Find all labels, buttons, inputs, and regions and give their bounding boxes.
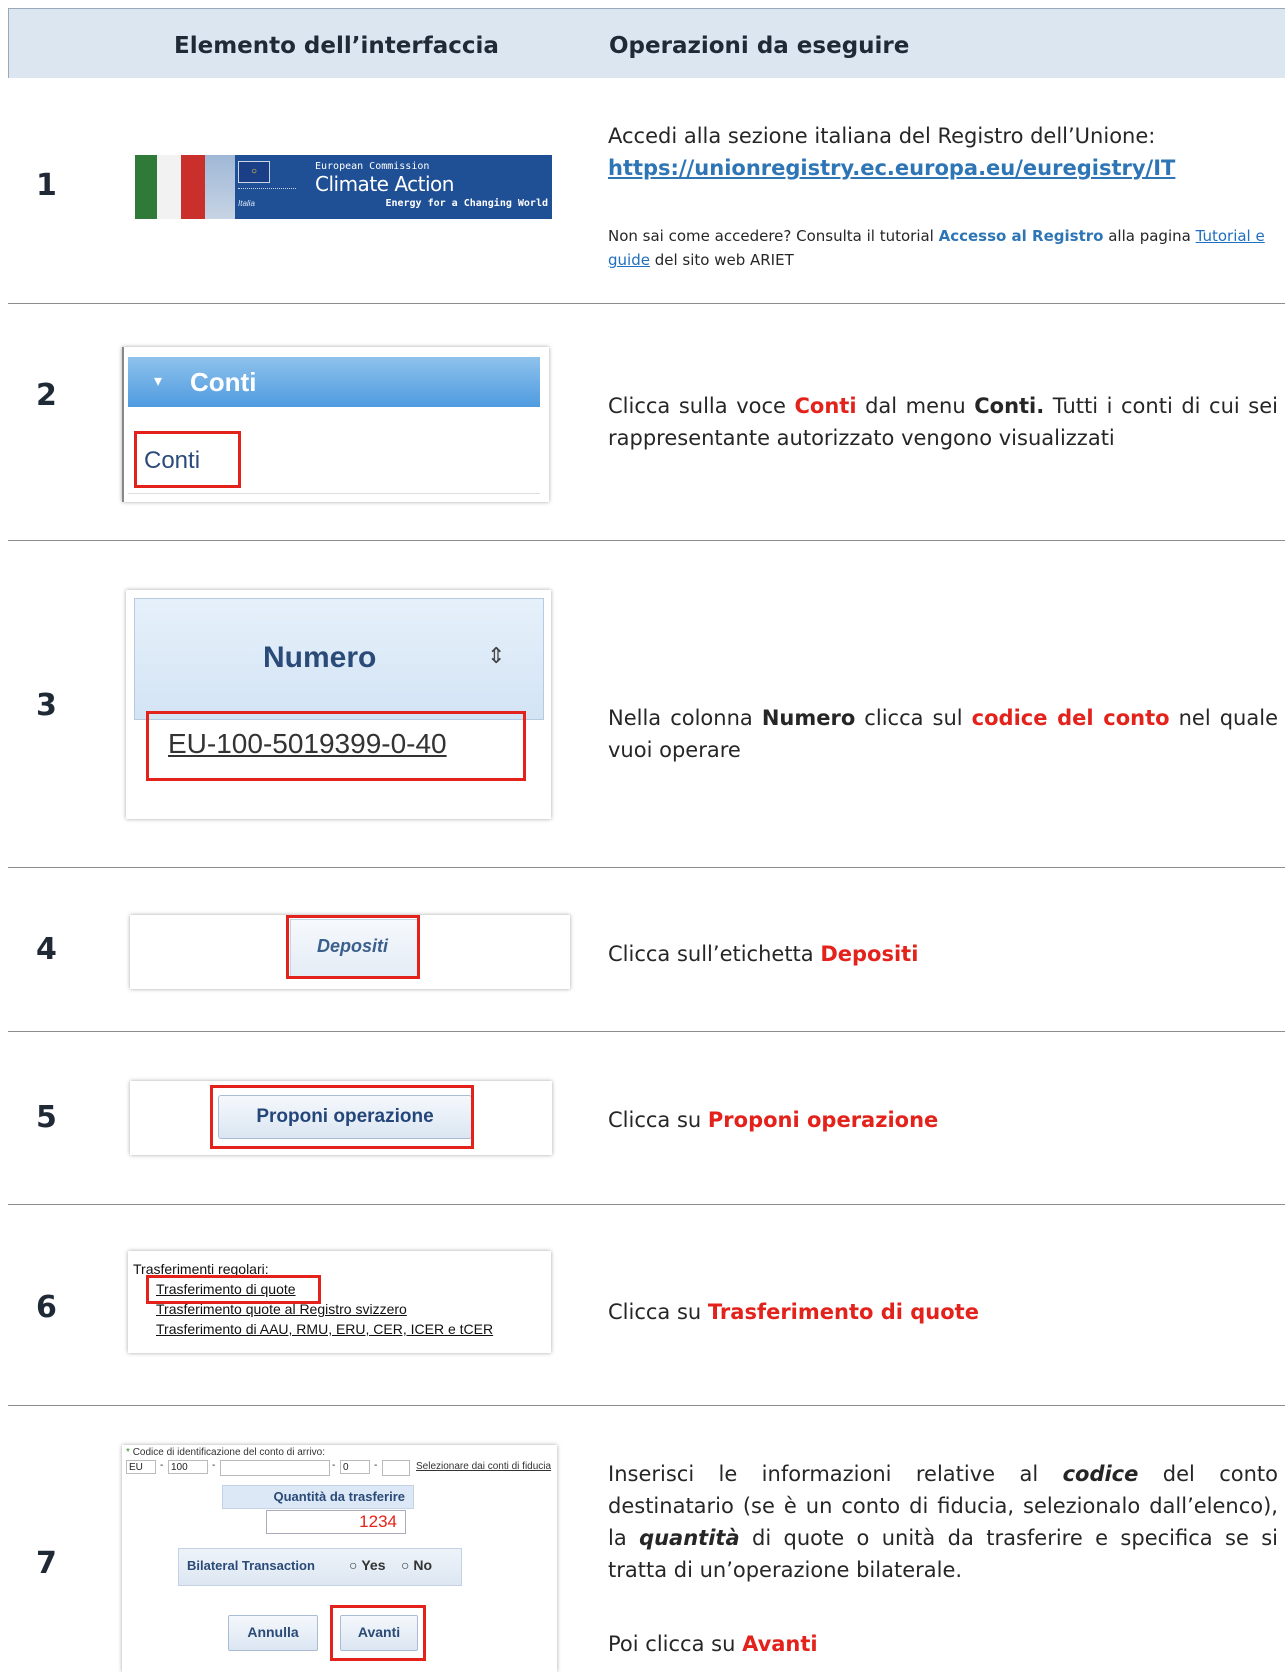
- tab-screenshot: Depositi: [130, 915, 570, 989]
- step-1-text: Accedi alla sezione italiana del Registr…: [608, 124, 1176, 180]
- highlight-box: [146, 1275, 321, 1304]
- highlight-box: [286, 915, 420, 979]
- row-divider: [8, 1405, 1285, 1406]
- step-number: 3: [36, 688, 57, 723]
- code-field-period[interactable]: 0: [340, 1460, 370, 1474]
- row-divider: [8, 867, 1285, 868]
- radio-no[interactable]: ○ No: [401, 1557, 432, 1573]
- account-column-screenshot: Numero ⇕ EU-100-5019399-0-40: [126, 590, 551, 819]
- banner-slogan: Energy for a Changing World: [385, 198, 548, 209]
- highlight-box: [330, 1605, 426, 1661]
- trust-accounts-link[interactable]: Selezionare dai conti di fiducia: [416, 1461, 551, 1472]
- row-divider: [8, 540, 1285, 541]
- step-1-note: Non sai come accedere? Consulta il tutor…: [608, 227, 1265, 269]
- menu-header-label: Conti: [190, 367, 257, 397]
- column-header-interface: Elemento dell’interfaccia: [174, 33, 499, 59]
- row-divider: [8, 1031, 1285, 1032]
- transfer-list-screenshot: Trasferimenti regolari: Trasferimento di…: [128, 1251, 551, 1353]
- row-divider: [8, 1204, 1285, 1205]
- step-number: 6: [36, 1290, 57, 1325]
- table-header: Elemento dell’interfaccia Operazioni da …: [8, 8, 1285, 78]
- code-label: * Codice di identificazione del conto di…: [126, 1447, 326, 1458]
- step-7-text: Inserisci le informazioni relative al co…: [608, 1462, 1278, 1582]
- code-field-type[interactable]: 100: [168, 1460, 208, 1474]
- banner-country: Italia: [238, 199, 255, 208]
- step-number: 4: [36, 932, 57, 967]
- button-screenshot: Proponi operazione: [130, 1081, 552, 1155]
- code-field-id[interactable]: [220, 1460, 330, 1476]
- step-7-final: Poi clicca su Avanti: [608, 1632, 818, 1656]
- menu-header[interactable]: ▾ Conti: [128, 357, 540, 407]
- bilateral-row: Bilateral Transaction ○ Yes ○ No: [178, 1548, 462, 1586]
- step-number: 2: [36, 378, 57, 413]
- quantity-input[interactable]: 1234: [266, 1510, 406, 1534]
- registry-url-link[interactable]: https://unionregistry.ec.europa.eu/eureg…: [608, 156, 1175, 180]
- chevron-down-icon: ▾: [154, 373, 163, 390]
- highlight-box: [134, 431, 241, 488]
- code-field-country[interactable]: EU: [126, 1460, 156, 1474]
- step-number: 5: [36, 1100, 57, 1135]
- link-transfer-kyoto-units[interactable]: Trasferimento di AAU, RMU, ERU, CER, ICE…: [156, 1321, 493, 1337]
- column-header[interactable]: Numero ⇕: [134, 598, 544, 720]
- code-field-check[interactable]: [382, 1460, 410, 1476]
- step-4-text: Clicca sull’etichetta Depositi: [608, 942, 919, 966]
- quantity-label-box: Quantità da trasferire: [222, 1485, 414, 1509]
- transfer-form-screenshot: * Codice di identificazione del conto di…: [122, 1445, 557, 1672]
- eu-flag-icon: ○: [238, 161, 270, 183]
- step-5-text: Clicca su Proponi operazione: [608, 1108, 939, 1132]
- sort-icon: ⇕: [487, 643, 506, 668]
- highlight-box: [146, 711, 526, 781]
- row-divider: [8, 303, 1285, 304]
- step-number: 1: [36, 168, 57, 203]
- menu-screenshot: ▾ Conti Conti: [122, 347, 549, 502]
- banner-line1: European Commission: [315, 161, 430, 172]
- access-tutorial-link[interactable]: Accesso al Registro: [939, 227, 1104, 245]
- step-3-text: Nella colonna Numero clicca sul codice d…: [608, 706, 1278, 762]
- column-header-operations: Operazioni da eseguire: [609, 33, 910, 59]
- italian-flag-icon: [135, 155, 205, 219]
- banner-title: Climate Action: [315, 172, 454, 196]
- step-6-text: Clicca su Trasferimento di quote: [608, 1300, 979, 1324]
- radio-yes[interactable]: ○ Yes: [349, 1557, 386, 1573]
- climate-action-banner[interactable]: ○ Italia European Commission Climate Act…: [135, 155, 552, 219]
- step-number: 7: [36, 1546, 57, 1581]
- highlight-box: [210, 1085, 474, 1149]
- step-2-text: Clicca sulla voce Conti dal menu Conti. …: [608, 394, 1278, 450]
- cancel-button[interactable]: Annulla: [228, 1615, 318, 1651]
